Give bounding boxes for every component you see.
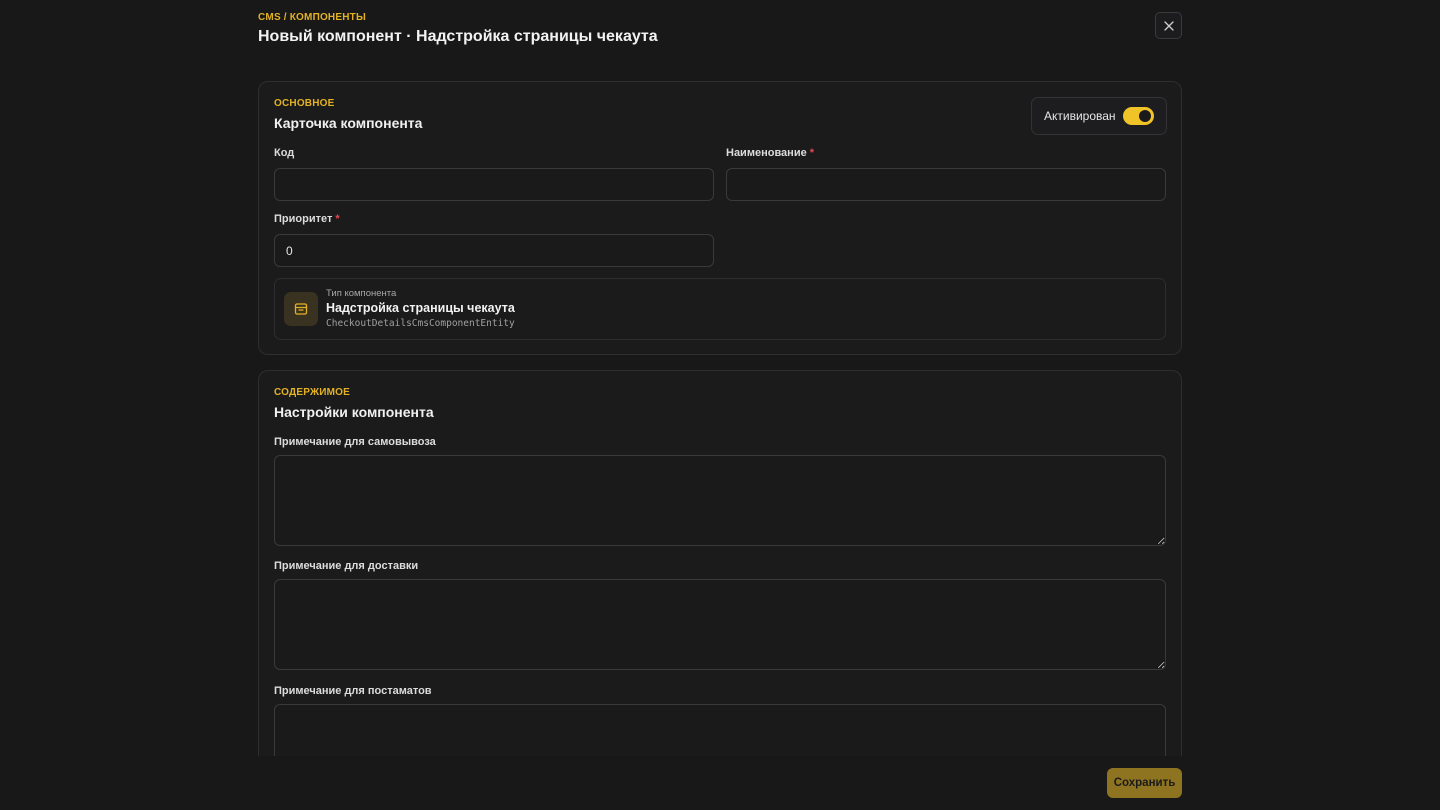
postamat-note-textarea[interactable] [274, 704, 1166, 756]
section-eyebrow-content: СОДЕРЖИМОЕ [274, 387, 350, 398]
priority-input[interactable] [274, 234, 714, 267]
active-toggle-label: Активирован [1044, 109, 1116, 123]
name-input[interactable] [726, 168, 1166, 201]
code-label-text: Код [274, 147, 295, 159]
component-type-class: CheckoutDetailsCmsComponentEntity [326, 318, 515, 329]
priority-label: Приоритет * [274, 213, 340, 225]
name-label-text: Наименование [726, 147, 807, 159]
code-input[interactable] [274, 168, 714, 201]
pickup-note-label: Примечание для самовывоза [274, 436, 436, 448]
pickup-note-textarea[interactable] [274, 455, 1166, 546]
close-icon [1163, 20, 1174, 31]
postamat-note-label: Примечание для постаматов [274, 685, 432, 697]
name-label: Наименование * [726, 147, 814, 159]
active-toggle-box: Активирован [1031, 97, 1167, 135]
page-title: Новый компонент · Надстройка страницы че… [258, 28, 658, 45]
component-card-section: ОСНОВНОЕ Карточка компонента Активирован… [258, 81, 1182, 355]
box-icon [294, 303, 308, 315]
delivery-note-label: Примечание для доставки [274, 560, 419, 572]
delivery-note-textarea[interactable] [274, 579, 1166, 670]
component-type-caption: Тип компонента [326, 288, 397, 299]
form-scroll-area[interactable]: ОСНОВНОЕ Карточка компонента Активирован… [0, 64, 1440, 756]
modal-page: CMS / КОМПОНЕНТЫ Новый компонент · Надст… [0, 0, 1440, 810]
component-settings-section: СОДЕРЖИМОЕ Настройки компонента Примечан… [258, 370, 1182, 756]
section-title-main: Карточка компонента [274, 115, 423, 131]
section-title-content: Настройки компонента [274, 404, 434, 420]
breadcrumb: CMS / КОМПОНЕНТЫ [258, 12, 366, 23]
toggle-knob [1139, 110, 1151, 122]
section-eyebrow-main: ОСНОВНОЕ [274, 98, 335, 109]
component-type-icon-wrap [284, 292, 318, 326]
priority-label-text: Приоритет [274, 213, 333, 225]
component-type-box: Тип компонента Надстройка страницы чекау… [274, 278, 1166, 340]
close-button[interactable] [1155, 12, 1182, 39]
code-label: Код [274, 147, 294, 159]
required-mark: * [335, 213, 340, 225]
save-button[interactable]: Сохранить [1107, 768, 1182, 798]
component-type-name: Надстройка страницы чекаута [326, 301, 515, 315]
required-mark: * [809, 147, 814, 159]
active-toggle-switch[interactable] [1123, 107, 1154, 125]
